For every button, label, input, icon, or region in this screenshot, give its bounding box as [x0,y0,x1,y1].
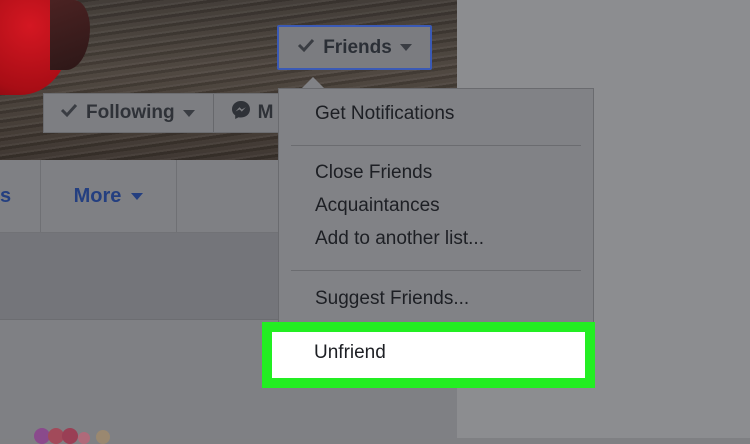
following-button[interactable]: Following [44,94,214,132]
sparkle-icon [96,430,110,444]
menu-item-close-friends[interactable]: Close Friends [315,162,432,184]
reaction-icons [0,424,130,444]
heart-icon [62,428,78,444]
menu-divider [291,145,581,146]
chevron-down-icon [131,192,144,200]
messenger-icon [230,99,252,127]
chevron-down-icon [399,44,412,51]
message-button-label: M [257,102,274,123]
menu-item-suggest-friends[interactable]: Suggest Friends... [315,288,469,310]
menu-divider [291,270,581,271]
sparkle-icon [78,432,90,444]
cover-dark-object [50,0,90,70]
message-button[interactable]: M [214,94,284,132]
profile-action-bar: Following M [43,93,293,133]
friends-button-label: Friends [323,36,392,58]
unfriend-highlight-box [262,322,595,388]
tab-more[interactable]: More [41,160,177,232]
menu-item-acquaintances[interactable]: Acquaintances [315,195,440,217]
tab-partial[interactable]: s [0,160,41,232]
following-button-label: Following [86,102,175,123]
tab-partial-label: s [0,184,12,207]
tab-more-label: More [73,184,122,207]
menu-item-get-notifications[interactable]: Get Notifications [315,103,454,125]
checkmark-icon [60,102,78,124]
friends-button[interactable]: Friends [277,25,432,70]
menu-item-add-to-list[interactable]: Add to another list... [315,228,484,250]
menu-item-unfriend[interactable]: Unfriend [314,342,386,364]
dropdown-pointer [302,77,324,88]
chevron-down-icon [182,109,195,117]
checkmark-icon [297,37,315,59]
